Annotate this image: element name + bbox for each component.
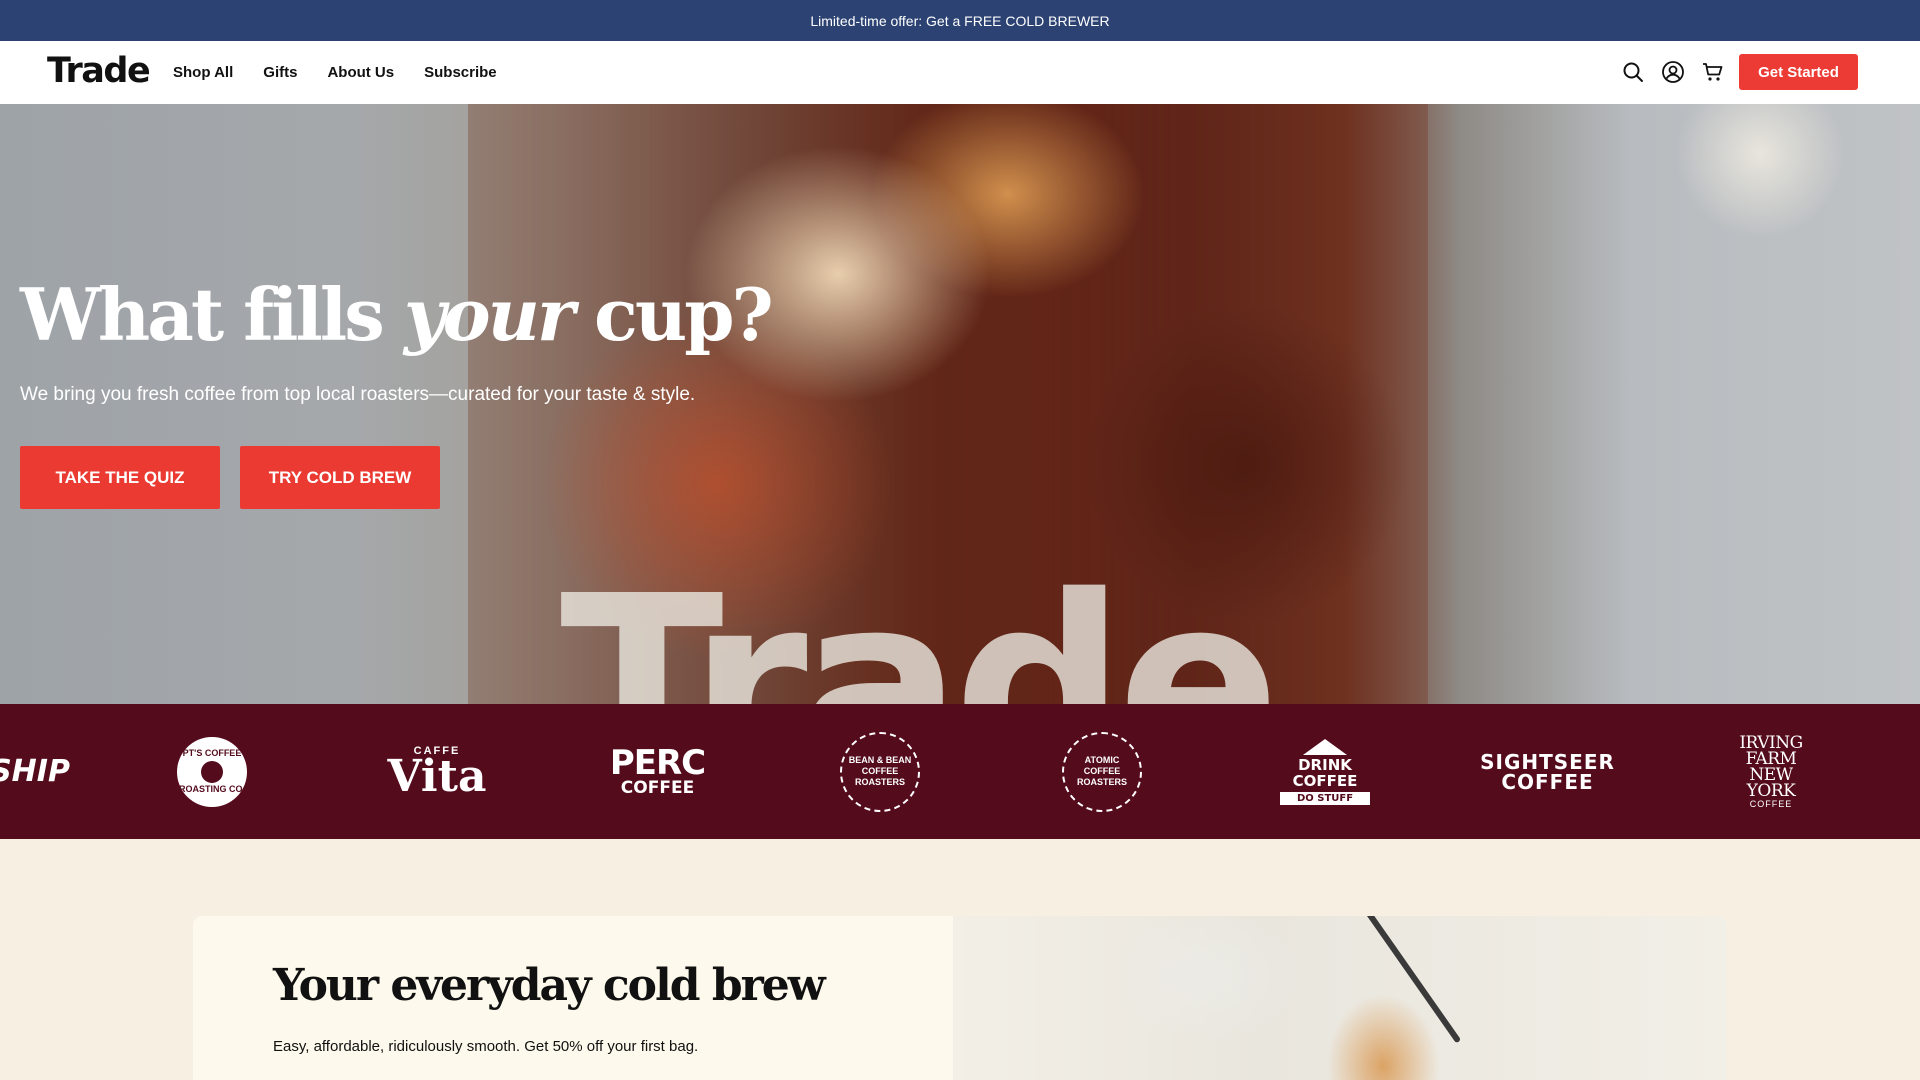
main-nav: Shop All Gifts About Us Subscribe bbox=[173, 41, 497, 104]
cold-brew-product-card: Your everyday cold brew Easy, affordable… bbox=[193, 916, 1727, 1080]
cold-brew-product-image bbox=[953, 916, 1727, 1080]
product-card-description: Easy, affordable, ridiculously smooth. G… bbox=[273, 1038, 699, 1055]
hero-section: Trade What fills your cup? We bring you … bbox=[0, 104, 1920, 704]
roaster-logo-caffe-vita[interactable]: CAFFE Vita bbox=[388, 704, 487, 839]
site-logo[interactable]: Trade bbox=[47, 51, 151, 91]
account-icon[interactable] bbox=[1660, 59, 1686, 85]
roaster-logo-perc[interactable]: PERC COFFEE bbox=[600, 704, 715, 839]
site-header: Trade Shop All Gifts About Us Subscribe … bbox=[0, 41, 1920, 104]
roaster-logo-strip: SHIP PT'S COFFEE ROASTING CO. CAFFEVita … bbox=[0, 704, 1920, 839]
hero-title: What fills your cup? bbox=[20, 272, 774, 357]
roaster-logo-sightseer[interactable]: SIGHTSEER COFFEE bbox=[1470, 704, 1625, 839]
roaster-logo-pts[interactable]: PT'S COFFEE ROASTING CO. bbox=[177, 704, 247, 839]
mountain-icon bbox=[1303, 738, 1347, 755]
nav-gifts[interactable]: Gifts bbox=[263, 64, 297, 81]
product-card-title: Your everyday cold brew bbox=[273, 960, 826, 1011]
header-icons bbox=[1620, 59, 1726, 85]
nav-subscribe[interactable]: Subscribe bbox=[424, 64, 497, 81]
glass-logo-print: Trade bbox=[560, 544, 1280, 704]
roaster-logo-ship[interactable]: SHIP bbox=[0, 704, 70, 839]
get-started-button[interactable]: Get Started bbox=[1739, 54, 1858, 90]
roaster-logo-bean-and-bean[interactable]: BEAN & BEAN COFFEE ROASTERS bbox=[840, 704, 920, 839]
roaster-logo-irving-farm[interactable]: IRVING FARM NEW YORK COFFEE bbox=[1726, 704, 1816, 839]
announcement-bar[interactable]: Limited-time offer: Get a FREE COLD BREW… bbox=[0, 0, 1920, 41]
roaster-logo-atomic[interactable]: ATOMIC COFFEE ROASTERS bbox=[1062, 704, 1142, 839]
hero-subtitle: We bring you fresh coffee from top local… bbox=[20, 384, 696, 405]
announcement-text[interactable]: Limited-time offer: Get a FREE COLD BREW… bbox=[810, 13, 1109, 29]
search-icon[interactable] bbox=[1620, 59, 1646, 85]
try-cold-brew-button[interactable]: TRY COLD BREW bbox=[240, 446, 440, 509]
take-quiz-button[interactable]: TAKE THE QUIZ bbox=[20, 446, 220, 509]
nav-about-us[interactable]: About Us bbox=[327, 64, 394, 81]
cart-icon[interactable] bbox=[1700, 59, 1726, 85]
straw-graphic bbox=[1353, 916, 1462, 1044]
roaster-logo-drink-coffee-do-stuff[interactable]: DRINK COFFEE DO STUFF bbox=[1280, 704, 1370, 839]
nav-shop-all[interactable]: Shop All bbox=[173, 64, 233, 81]
